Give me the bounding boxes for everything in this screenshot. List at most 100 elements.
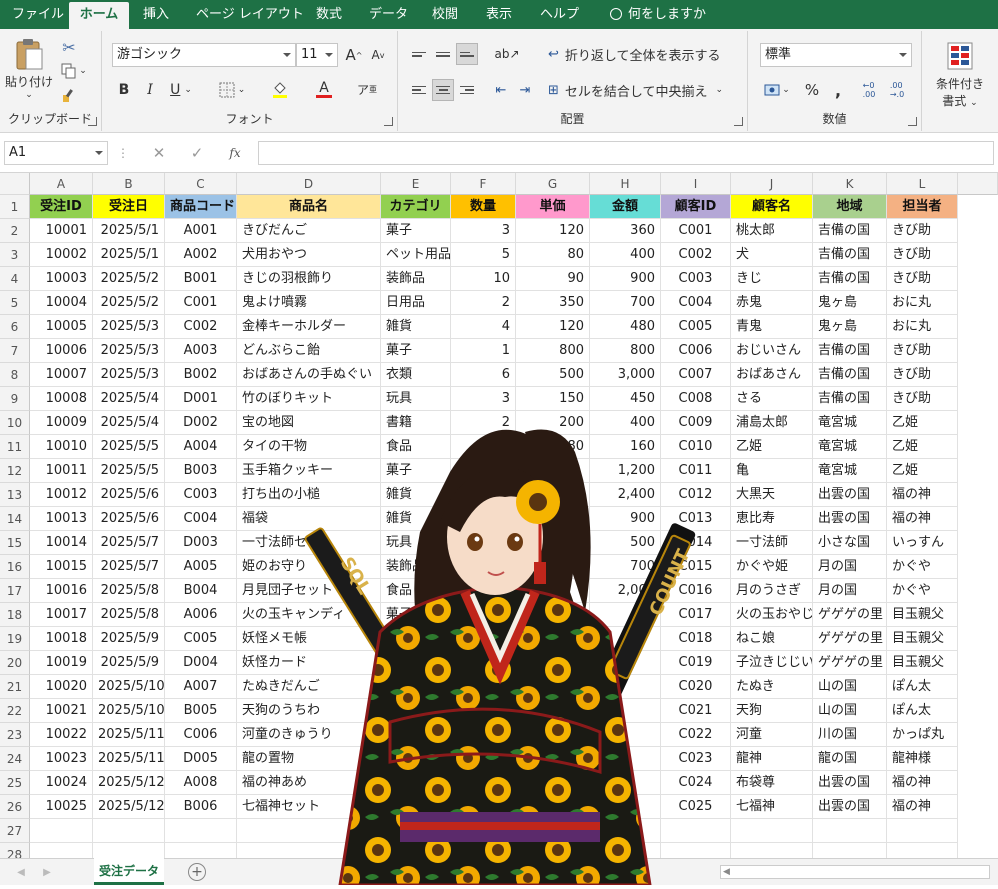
table-cell[interactable]: きび助 [887,339,958,363]
header-cell[interactable]: 顧客ID [661,195,731,219]
table-cell[interactable]: 10005 [30,315,93,339]
table-cell[interactable]: 福の神 [887,483,958,507]
table-cell[interactable]: C001 [165,291,237,315]
header-cell[interactable]: 担当者 [887,195,958,219]
table-cell[interactable]: 河童 [731,723,813,747]
row-header[interactable]: 3 [0,243,30,267]
italic-button[interactable]: I [140,79,160,101]
table-cell[interactable]: 2025/5/10 [93,675,165,699]
table-cell[interactable]: 鬼ヶ島 [813,291,887,315]
wrap-text-button[interactable]: ↩ 折り返して全体を表示する [548,43,728,65]
column-header[interactable]: H [590,173,661,195]
table-cell[interactable]: 七福神 [731,795,813,819]
table-cell[interactable]: A001 [165,219,237,243]
table-cell[interactable]: 福の神 [887,795,958,819]
table-cell[interactable]: 1 [451,339,516,363]
table-cell[interactable]: 一寸法師 [731,531,813,555]
fill-color-button[interactable] [262,77,298,101]
table-cell[interactable]: ゲゲゲの里 [813,651,887,675]
table-cell[interactable]: 吉備の国 [813,267,887,291]
table-cell[interactable]: D004 [165,651,237,675]
add-sheet-button[interactable]: + [188,863,206,881]
empty-cell[interactable] [30,843,93,858]
table-cell[interactable]: 3,000 [590,363,661,387]
table-cell[interactable]: さる [731,387,813,411]
table-cell[interactable]: A005 [165,555,237,579]
table-cell[interactable]: 5 [451,243,516,267]
header-cell[interactable]: 受注ID [30,195,93,219]
table-cell[interactable]: きび助 [887,387,958,411]
table-cell[interactable]: 山の国 [813,675,887,699]
table-cell[interactable]: ゲゲゲの里 [813,603,887,627]
scroll-prev-sheet-icon[interactable]: ◀ [14,864,28,880]
row-header[interactable]: 10 [0,411,30,435]
table-cell[interactable]: 出雲の国 [813,507,887,531]
table-cell[interactable]: 10013 [30,507,93,531]
table-cell[interactable]: 10008 [30,387,93,411]
table-cell[interactable]: 2025/5/1 [93,243,165,267]
table-cell[interactable]: 450 [590,387,661,411]
table-cell[interactable]: 龍神様 [887,747,958,771]
table-cell[interactable]: 10006 [30,339,93,363]
column-header[interactable]: D [237,173,381,195]
table-cell[interactable]: 10023 [30,747,93,771]
table-cell[interactable]: B005 [165,699,237,723]
table-cell[interactable]: かぐや [887,555,958,579]
table-cell[interactable]: 玩具 [381,387,451,411]
cancel-icon[interactable]: ✕ [148,143,170,163]
table-cell[interactable]: 2025/5/5 [93,435,165,459]
table-cell[interactable]: 月の国 [813,555,887,579]
row-header[interactable]: 14 [0,507,30,531]
table-cell[interactable]: 10 [451,267,516,291]
accounting-format-button[interactable]: ⌄ [760,79,794,101]
row-header[interactable]: 25 [0,771,30,795]
table-cell[interactable]: A007 [165,675,237,699]
table-cell[interactable]: 吉備の国 [813,219,887,243]
table-cell[interactable]: 2025/5/12 [93,795,165,819]
align-middle-button[interactable] [432,43,454,65]
table-cell[interactable]: 150 [516,387,590,411]
table-cell[interactable]: 山の国 [813,699,887,723]
header-cell[interactable]: 商品コード [165,195,237,219]
column-header[interactable]: I [661,173,731,195]
table-cell[interactable]: 浦島太郎 [731,411,813,435]
tab-home[interactable]: ホーム [69,2,129,29]
row-header[interactable]: 20 [0,651,30,675]
borders-button[interactable]: ⌄ [214,79,250,101]
bold-button[interactable]: B [114,79,134,101]
empty-cell[interactable] [731,843,813,858]
table-cell[interactable]: 2025/5/5 [93,459,165,483]
table-cell[interactable]: 乙姫 [887,435,958,459]
table-cell[interactable]: 月の国 [813,579,887,603]
table-cell[interactable]: 菓子 [381,219,451,243]
underline-button[interactable]: U ⌄ [166,79,196,101]
table-cell[interactable]: A003 [165,339,237,363]
table-cell[interactable]: 800 [516,339,590,363]
table-cell[interactable]: 10002 [30,243,93,267]
number-format-select[interactable]: 標準 [760,43,912,67]
align-right-button[interactable] [456,79,478,101]
header-cell[interactable]: カテゴリ [381,195,451,219]
table-cell[interactable]: 800 [590,339,661,363]
table-cell[interactable]: 120 [516,219,590,243]
table-cell[interactable]: 80 [516,243,590,267]
table-cell[interactable]: A002 [165,243,237,267]
empty-cell[interactable] [813,819,887,843]
table-cell[interactable]: 川の国 [813,723,887,747]
decrease-indent-button[interactable]: ⇤ [490,79,512,101]
row-header[interactable]: 11 [0,435,30,459]
row-header[interactable]: 21 [0,675,30,699]
table-cell[interactable]: 10024 [30,771,93,795]
table-cell[interactable]: 2025/5/10 [93,699,165,723]
tab-insert[interactable]: 挿入 [143,0,183,29]
table-cell[interactable]: 2025/5/2 [93,267,165,291]
table-cell[interactable]: 10018 [30,627,93,651]
table-cell[interactable]: 10017 [30,603,93,627]
table-cell[interactable]: 青鬼 [731,315,813,339]
table-cell[interactable]: 350 [516,291,590,315]
header-cell[interactable]: 受注日 [93,195,165,219]
phonetic-button[interactable]: ア亜 [352,77,382,101]
table-cell[interactable]: C002 [165,315,237,339]
table-cell[interactable]: きび助 [887,363,958,387]
row-header[interactable]: 1 [0,195,30,219]
